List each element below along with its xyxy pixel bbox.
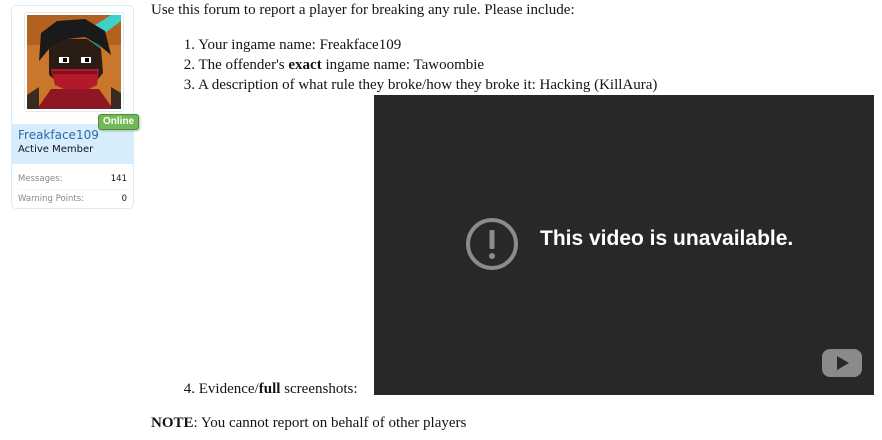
list-number: 2. bbox=[183, 57, 195, 73]
list-bold: exact bbox=[288, 57, 322, 73]
stat-messages: Messages: 141 bbox=[18, 170, 127, 189]
stat-warning-points: Warning Points: 0 bbox=[18, 189, 127, 209]
message-user-info: Freakface109 Active Member Online Messag… bbox=[11, 5, 140, 209]
list-text: Evidence/ bbox=[198, 381, 259, 397]
online-status-badge: Online bbox=[98, 114, 140, 130]
requirements-list: 1. Your ingame name: Freakface109 2. The… bbox=[151, 35, 658, 95]
user-title: Active Member bbox=[18, 144, 94, 155]
user-extra-info: Messages: 141 Warning Points: 0 bbox=[12, 170, 133, 209]
list-bold: full bbox=[258, 381, 281, 397]
stat-value[interactable]: 141 bbox=[111, 170, 127, 189]
stat-value: 0 bbox=[121, 194, 127, 204]
stat-label: Messages: bbox=[18, 174, 63, 184]
username-link[interactable]: Freakface109 bbox=[18, 128, 133, 142]
post-intro: Use this forum to report a player for br… bbox=[151, 2, 575, 18]
youtube-play-icon[interactable] bbox=[821, 348, 863, 378]
list-text-tail: ingame name: Tawoombie bbox=[321, 57, 485, 73]
list-text-tail: Freakface109 bbox=[319, 37, 402, 53]
user-avatar-icon bbox=[27, 15, 121, 109]
avatar[interactable] bbox=[24, 12, 124, 112]
post-note: NOTE: You cannot report on behalf of oth… bbox=[151, 413, 466, 433]
user-name-block: Freakface109 Active Member bbox=[12, 124, 133, 164]
list-number: 4. bbox=[183, 381, 195, 397]
list-text: A description of what rule they broke/ho… bbox=[197, 77, 658, 93]
note-text: : You cannot report on behalf of other p… bbox=[193, 415, 467, 431]
list-text: Your ingame name: bbox=[198, 37, 320, 53]
video-unavailable-message: This video is unavailable. bbox=[540, 227, 794, 250]
list-item: 1. Your ingame name: Freakface109 bbox=[151, 35, 657, 55]
list-number: 3. bbox=[183, 77, 195, 93]
note-label: NOTE bbox=[151, 415, 194, 431]
stat-label: Warning Points: bbox=[18, 194, 85, 204]
list-text-tail: screenshots: bbox=[280, 381, 358, 397]
exclamation-circle-icon bbox=[466, 218, 518, 270]
list-number: 1. bbox=[183, 37, 195, 53]
embedded-video-player[interactable]: This video is unavailable. bbox=[374, 95, 874, 395]
list-item: 3. A description of what rule they broke… bbox=[151, 75, 658, 95]
evidence-item: 4. Evidence/full screenshots: bbox=[151, 379, 358, 399]
list-text: The offender's bbox=[198, 57, 289, 73]
list-item: 2. The offender's exact ingame name: Taw… bbox=[151, 55, 657, 75]
